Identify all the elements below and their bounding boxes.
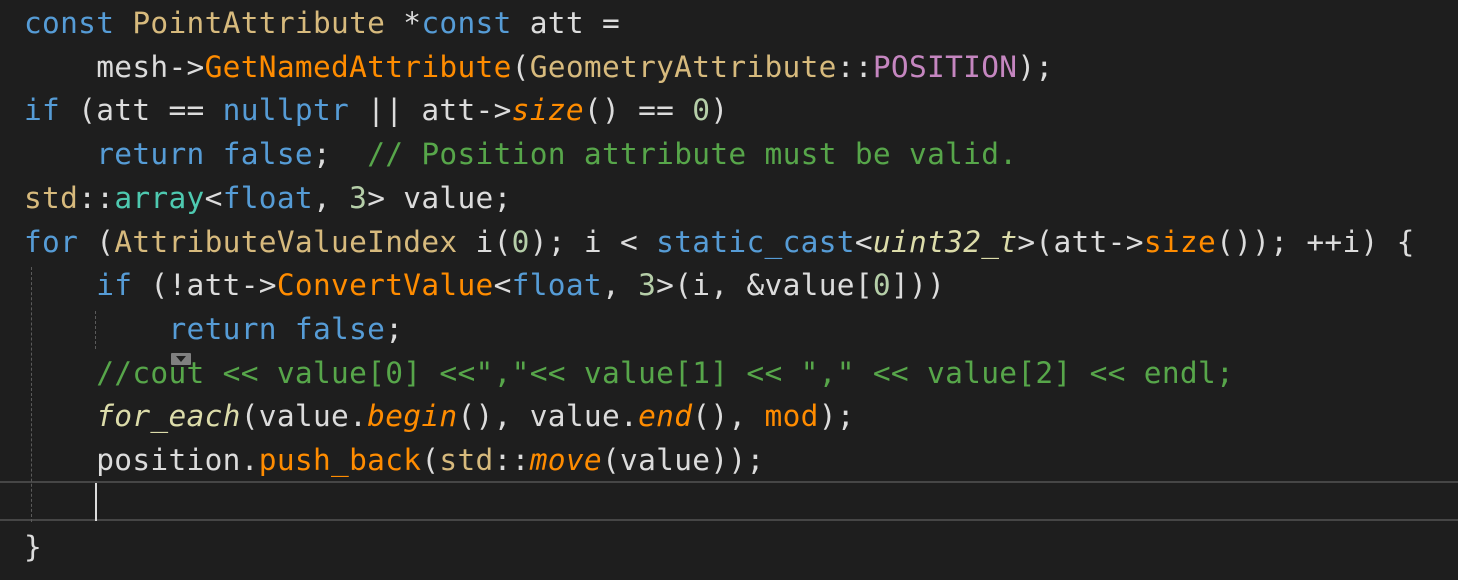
code-token: for xyxy=(24,224,79,259)
code-token: const xyxy=(24,6,133,40)
code-line[interactable]: //cout << value[0] <<","<< value[1] << "… xyxy=(24,352,1234,395)
code-token: i( xyxy=(457,224,512,259)
code-token: >(att-> xyxy=(1017,224,1144,259)
code-token: begin xyxy=(367,399,458,434)
code-line[interactable]: for (AttributeValueIndex i(0); i < stati… xyxy=(24,221,1415,264)
code-token: || att-> xyxy=(349,93,512,128)
code-token: ); xyxy=(818,399,855,434)
text-caret xyxy=(95,483,97,521)
code-token: ConvertValue xyxy=(276,268,494,303)
code-token: ()); ++i) { xyxy=(1216,224,1415,259)
code-token: < xyxy=(493,268,512,303)
code-token: false xyxy=(222,137,313,172)
code-token: < xyxy=(854,224,873,259)
current-line-highlight xyxy=(0,481,1458,521)
code-token: GetNamedAttribute xyxy=(204,49,512,84)
code-token: , xyxy=(313,180,350,215)
code-token: mesh-> xyxy=(24,49,205,84)
code-token: ); i < xyxy=(529,224,657,259)
code-token: 3 xyxy=(349,180,368,215)
code-token: (att == xyxy=(60,93,223,128)
code-token: const xyxy=(421,6,512,40)
code-token: ( xyxy=(421,443,440,477)
code-token: , xyxy=(601,268,639,303)
code-line[interactable]: return false; xyxy=(24,308,403,351)
code-token: mod xyxy=(764,399,819,434)
code-token: ; xyxy=(313,137,368,172)
code-token: //cout << value[0] <<","<< value[1] << "… xyxy=(96,355,1235,390)
code-token: std xyxy=(24,180,79,215)
code-token: ])) xyxy=(890,268,946,303)
code-editor[interactable]: const PointAttribute *const att = mesh->… xyxy=(0,0,1458,580)
code-token: } xyxy=(24,530,43,565)
code-token: ( xyxy=(78,224,115,259)
code-token: att = xyxy=(511,6,621,40)
code-token: 0 xyxy=(692,93,711,128)
code-token: (), value. xyxy=(457,399,639,434)
code-token: float xyxy=(511,268,602,303)
code-token: for_each xyxy=(96,399,241,434)
code-token: std xyxy=(439,443,494,477)
code-token: float xyxy=(222,180,313,215)
code-token: 0 xyxy=(511,224,530,259)
code-line[interactable]: if (!att->ConvertValue<float, 3>(i, &val… xyxy=(24,264,945,307)
code-token: :: xyxy=(493,443,530,477)
code-token: < xyxy=(204,180,223,215)
code-token: size xyxy=(1143,224,1217,259)
code-token: :: xyxy=(836,49,873,84)
code-token: (value)); xyxy=(601,443,765,477)
code-line[interactable]: position.push_back(std::move(value)); xyxy=(24,439,765,482)
code-line[interactable]: return false; // Position attribute must… xyxy=(24,133,1017,176)
code-token: array xyxy=(114,180,205,215)
code-token: nullptr xyxy=(222,93,350,128)
code-token: // Position attribute must be valid. xyxy=(367,137,1018,172)
code-line[interactable]: mesh->GetNamedAttribute(GeometryAttribut… xyxy=(24,46,1053,89)
code-token: if xyxy=(96,268,133,303)
code-token: move xyxy=(529,443,602,477)
code-token: size xyxy=(511,93,584,128)
code-token: GeometryAttribute xyxy=(529,49,837,84)
code-token: return xyxy=(168,311,277,346)
code-token: PointAttribute xyxy=(132,6,386,40)
code-token: ; xyxy=(385,311,404,346)
code-token: () == xyxy=(583,93,693,128)
code-token: (!att-> xyxy=(132,268,277,303)
code-token: if xyxy=(24,93,61,128)
code-line[interactable]: } xyxy=(24,526,42,569)
code-token: * xyxy=(385,6,422,40)
code-token: push_back xyxy=(258,443,422,477)
code-token: >(i, &value[ xyxy=(656,268,873,303)
code-token: (value. xyxy=(240,399,368,434)
code-token: > value; xyxy=(367,180,512,215)
code-line[interactable]: std::array<float, 3> value; xyxy=(24,177,512,220)
code-token: ) xyxy=(710,93,729,128)
code-token: POSITION xyxy=(872,49,1018,84)
code-line[interactable]: const PointAttribute *const att = xyxy=(24,2,620,45)
code-token: :: xyxy=(78,180,115,215)
code-token: AttributeValueIndex xyxy=(114,224,458,259)
code-line[interactable]: if (att == nullptr || att->size() == 0) xyxy=(24,89,728,132)
code-token: return xyxy=(96,137,205,172)
code-token: end xyxy=(638,399,693,434)
code-line[interactable]: for_each(value.begin(), value.end(), mod… xyxy=(24,395,855,438)
code-token: 0 xyxy=(872,268,891,303)
code-token: 3 xyxy=(638,268,657,303)
code-token: position. xyxy=(24,443,259,477)
code-token: uint32_t xyxy=(872,224,1018,259)
code-token: ); xyxy=(1017,49,1054,84)
code-token: false xyxy=(294,311,386,346)
code-token: static_cast xyxy=(656,224,855,259)
code-token: (), xyxy=(692,399,765,434)
code-token: ( xyxy=(511,49,530,84)
